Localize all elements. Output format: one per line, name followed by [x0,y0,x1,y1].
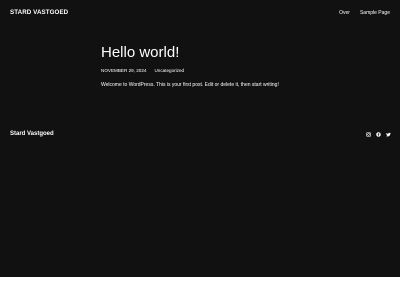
instagram-icon[interactable] [366,132,371,137]
site-title-link[interactable]: STARD VASTGOED [10,9,68,16]
nav-item-sample-page[interactable]: Sample Page [360,10,390,16]
page: STARD VASTGOED Over Sample Page Hello wo… [0,0,400,277]
post-excerpt: Welcome to WordPress. This is your first… [101,82,279,88]
facebook-icon[interactable] [376,132,381,137]
below-viewport-area [0,277,400,300]
primary-navigation: Over Sample Page [339,10,390,16]
site-header: STARD VASTGOED Over Sample Page [0,0,400,28]
nav-item-over[interactable]: Over [339,10,350,16]
post: Hello world! NOVEMBER 29, 2024 Uncategor… [101,44,381,88]
post-meta: NOVEMBER 29, 2024 Uncategorized [101,68,381,73]
post-category-link[interactable]: Uncategorized [154,68,184,73]
site-footer: Stard Vastgoed [0,128,400,144]
post-title-link[interactable]: Hello world! [101,44,381,62]
social-links [366,132,391,137]
post-date-link[interactable]: NOVEMBER 29, 2024 [101,68,146,73]
twitter-icon[interactable] [386,132,391,137]
footer-site-title-link[interactable]: Stard Vastgoed [10,131,54,137]
